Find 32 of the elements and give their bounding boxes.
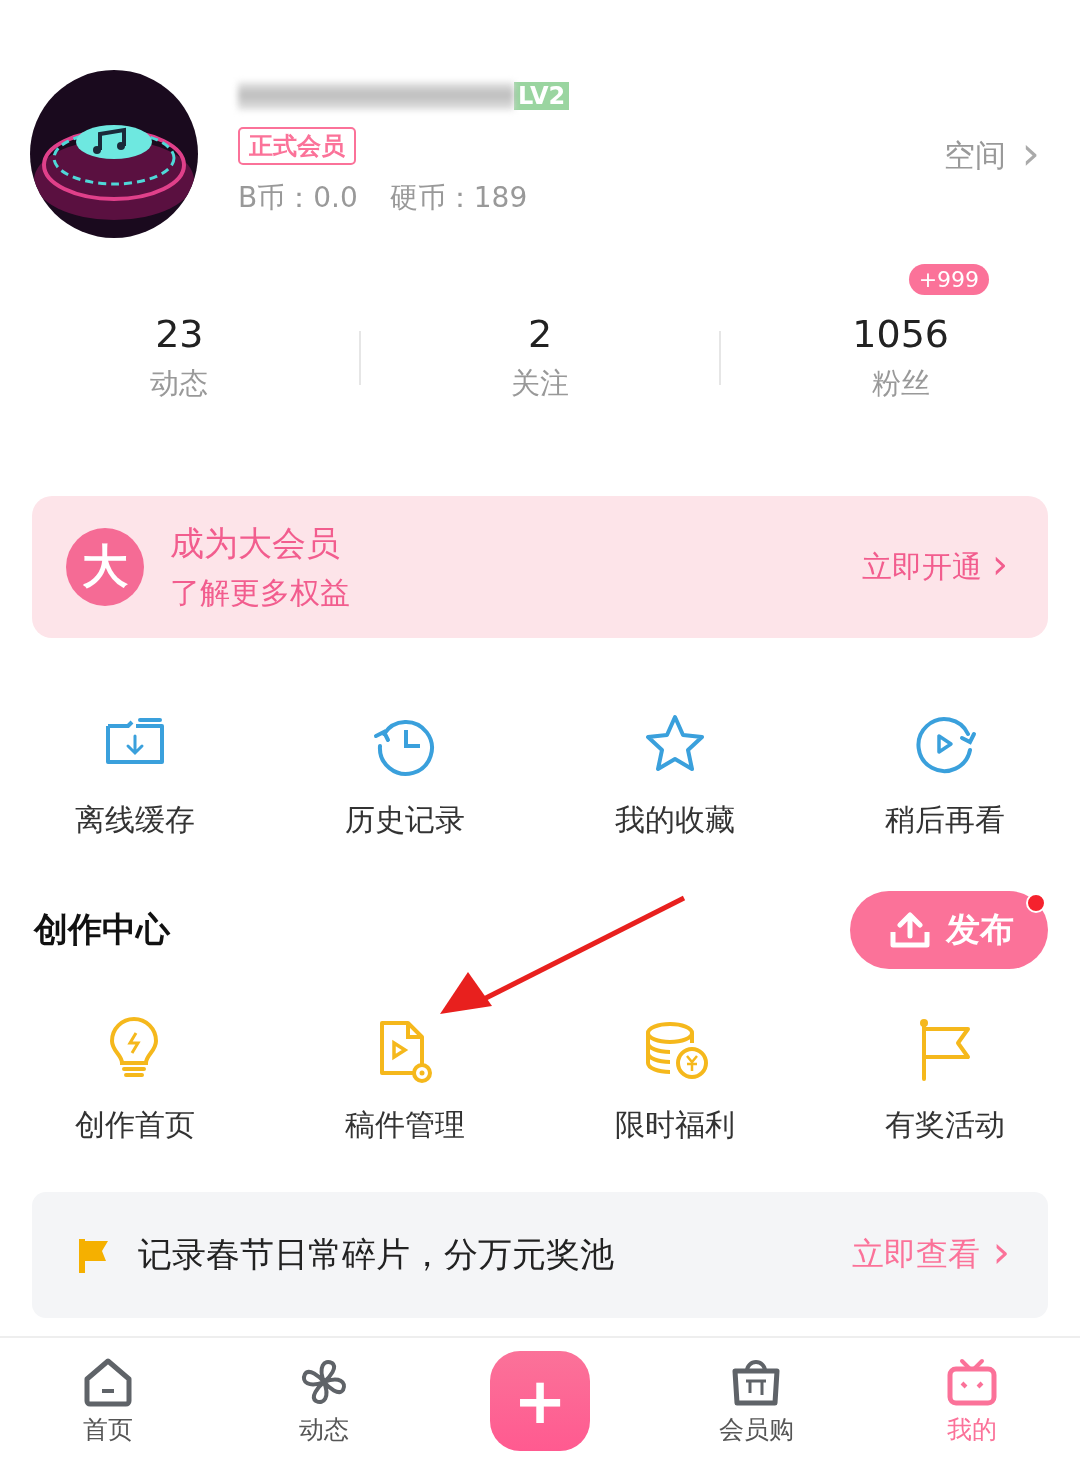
vip-subtitle: 了解更多权益 [170,573,351,612]
coin-balance: 硬币：189 [389,180,528,216]
flag-icon [78,1237,110,1273]
section-title: 创作中心 [34,908,170,951]
shortcut-item[interactable]: 有奖活动 [810,1017,1080,1146]
home-icon [82,1356,134,1407]
upload-icon [890,912,930,948]
shortcut-item[interactable]: 稿件管理 [270,1017,540,1146]
shortcut-item[interactable]: 限时福利 [540,1017,810,1146]
b-coin-balance: B币：0.0 [238,180,358,216]
promo-banner[interactable]: 记录春节日常碎片，分万元奖池 立即查看 › [32,1192,1048,1318]
nav-tab[interactable]: 会员购 [648,1356,864,1446]
shortcut-item[interactable]: 历史记录 [270,712,540,841]
nav-tab[interactable]: 动态 [216,1356,432,1446]
vip-title: 成为大会员 [170,521,341,565]
shortcut-item[interactable]: 离线缓存 [0,712,270,841]
shortcut-item[interactable]: 创作首页 [0,1017,270,1146]
level-badge: LV2 [514,82,570,110]
stat-label: 粉丝 [871,365,930,402]
promo-text: 记录春节日常碎片，分万元奖池 [138,1233,615,1276]
count-badge: +999 [908,264,990,295]
nav-tab[interactable]: 首页 [0,1356,216,1446]
vip-icon: 大 [66,528,144,606]
stat-label: 关注 [511,365,569,402]
member-badge: 正式会员 [238,127,356,165]
stat-value: 23 [155,312,204,356]
shortcut-item[interactable]: 稍后再看 [810,712,1080,841]
stat-value: 1056 [852,312,950,356]
stat-label: 动态 [150,365,209,402]
shortcut-item[interactable]: 我的收藏 [540,712,810,841]
tv-icon [946,1356,998,1407]
stat-value: 2 [527,312,553,356]
